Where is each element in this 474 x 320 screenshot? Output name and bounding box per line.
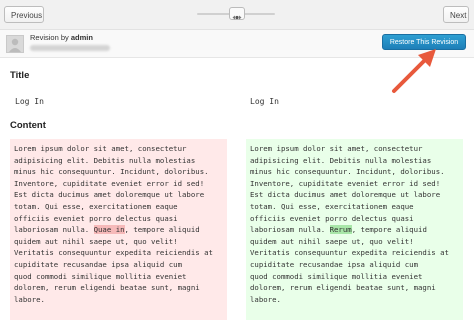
old-title-text: Log In [15,97,44,106]
diff-line: adipisicing elit. Debitis nulla molestia… [250,155,432,165]
diff-line: labore. [250,294,281,304]
diff-line: Est dicta ducimus amet doloremque ut lab… [14,190,205,200]
title-section-heading: Title [10,70,30,81]
diff-line: dolorem, rerum eligendi beatae sunt, mag… [250,283,436,293]
diff-line: quod commodi similique mollitia eveniet [14,271,187,281]
diff-line: minus hic consequuntur. Incidunt, dolori… [250,167,445,177]
user-avatar-icon [9,38,21,52]
diff-line: officiis eveniet porro delectus quasi [250,213,414,223]
added-word-highlight: Rerum [329,225,352,235]
revision-nav-bar: Previous Next [0,0,474,30]
diff-line: dolorem, rerum eligendi beatae sunt, mag… [14,283,200,293]
next-button[interactable]: Next [443,6,469,23]
diff-line: Inventore, cupiditate eveniet error id s… [250,178,441,188]
diff-line-changed: laboriosam nulla. Quae in, tempore aliqu… [14,224,223,236]
diff-line: quidem aut nihil saepe ut, quo velit! [250,236,414,246]
previous-button[interactable]: Previous [4,6,44,23]
blurred-revision-date [30,45,110,51]
diff-line: Inventore, cupiditate eveniet error id s… [14,178,205,188]
drag-handle-icon [232,15,242,20]
avatar [6,35,24,53]
diff-line-start: laboriosam nulla. [14,225,94,235]
revision-by-label: Revision by [30,33,71,42]
diff-line: totam. Qui esse, exercitationem eaque [250,201,414,211]
diff-line: labore. [14,294,45,304]
removed-content-panel: Lorem ipsum dolor sit amet, consectetur … [10,139,227,320]
author-name: admin [70,33,93,42]
diff-line: cupiditate recusandae ipsa aliquid cum [14,259,183,269]
diff-line-start: laboriosam nulla. [250,225,330,235]
diff-line: officiis eveniet porro delectus quasi [14,213,178,223]
diff-line: cupiditate recusandae ipsa aliquid cum [250,259,419,269]
diff-line: Veritatis consequuntur expedita reiciend… [250,248,449,258]
new-title-text: Log In [250,97,279,106]
diff-line: Lorem ipsum dolor sit amet, consectetur [250,144,423,153]
diff-line-end: , tempore aliquid [124,225,200,235]
annotation-arrow-icon [392,49,436,93]
diff-line: adipisicing elit. Debitis nulla molestia… [14,155,196,165]
diff-line-changed: laboriosam nulla. Rerum, tempore aliquid [250,224,459,236]
diff-line-end: , tempore aliquid [351,225,427,235]
added-content-panel: Lorem ipsum dolor sit amet, consectetur … [246,139,463,320]
revision-slider-handle[interactable] [229,7,245,20]
diff-line: quod commodi similique mollitia eveniet [250,271,423,281]
diff-line: Lorem ipsum dolor sit amet, consectetur [14,144,187,153]
diff-line: totam. Qui esse, exercitationem eaque [14,201,178,211]
diff-line: minus hic consequuntur. Incidunt, dolori… [14,167,209,177]
diff-line: quidem aut nihil saepe ut, quo velit! [14,236,178,246]
revision-author: Revision by admin [30,33,93,42]
content-section-heading: Content [10,120,46,131]
diff-line: Est dicta ducimus amet doloremque ut lab… [250,190,441,200]
diff-line: Veritatis consequuntur expedita reiciend… [14,248,213,258]
removed-word-highlight: Quae in [93,225,125,235]
